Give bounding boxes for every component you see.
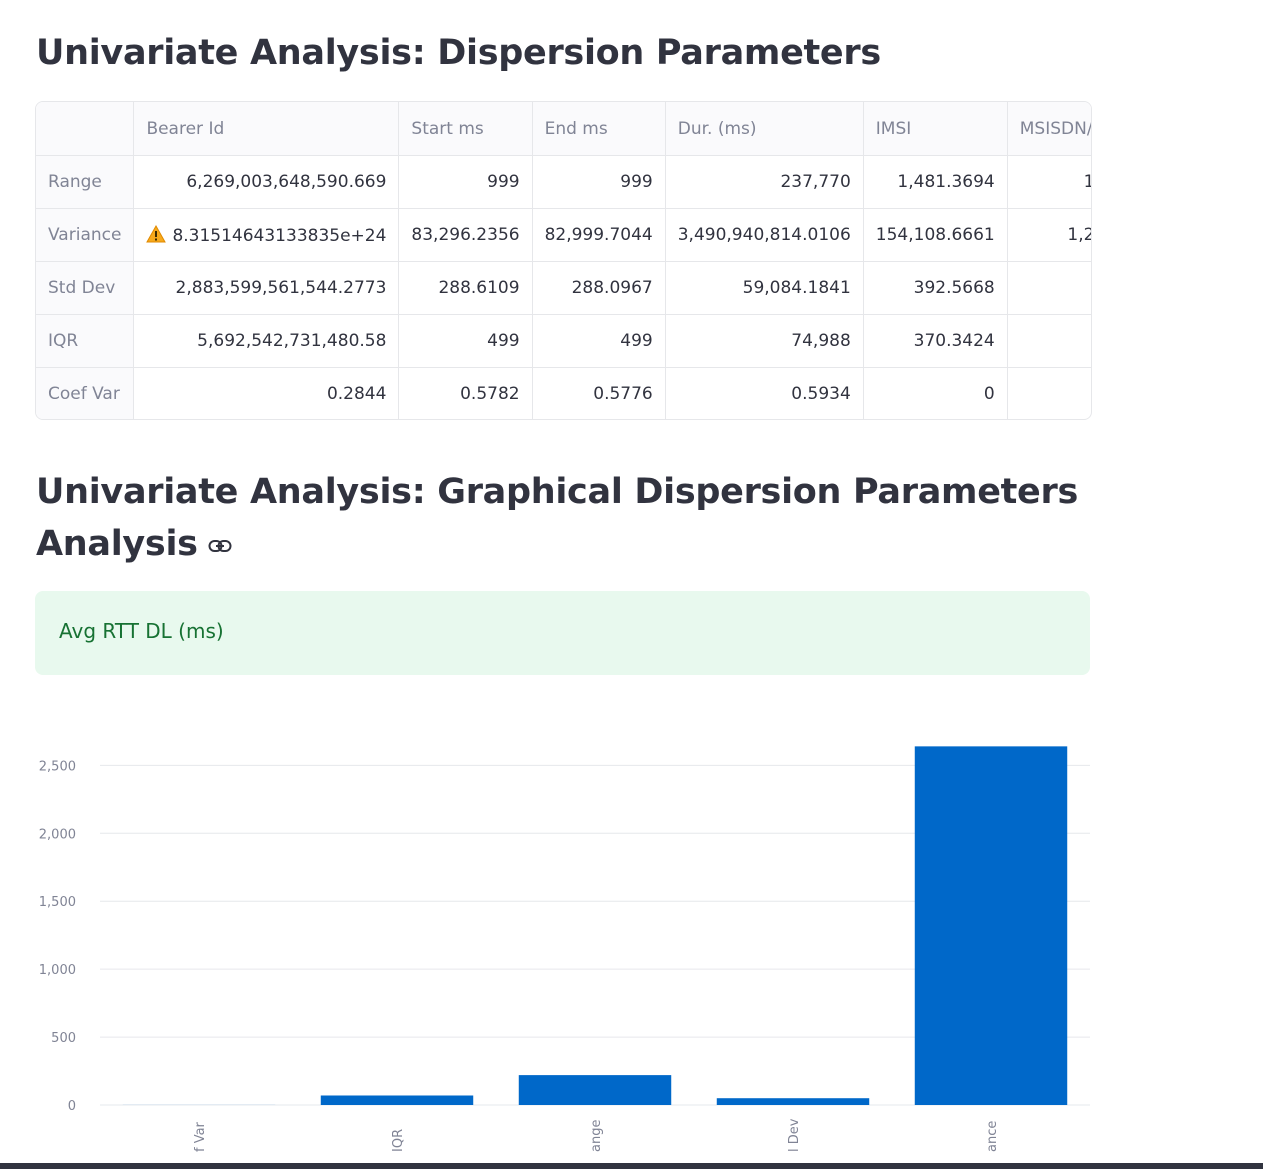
table-cell[interactable]: 288.6109	[398, 261, 533, 315]
table-cell[interactable]: 392.5668	[863, 261, 1008, 315]
dispersion-bar-chart[interactable]: 0 500 1,000 1,500 2,000 2,500 f Var IQR ange l D…	[0, 690, 1100, 1163]
table-row: Variance 8.31514643133835e+24 83,296.235…	[36, 208, 1091, 262]
column-header-bearer-id[interactable]: Bearer Id	[133, 102, 400, 156]
table-cell[interactable]: 1,481.3694	[863, 155, 1008, 209]
row-label: IQR	[36, 314, 135, 368]
bottom-scrollbar[interactable]	[0, 1163, 1263, 1169]
table-cell[interactable]: 237,770	[665, 155, 864, 209]
table-cell[interactable]: 59,084.1841	[665, 261, 864, 315]
table-cell[interactable]: 0.2844	[133, 367, 400, 419]
graphical-dispersion-title: Univariate Analysis: Graphical Dispersio…	[36, 466, 1096, 570]
table-row: Coef Var 0.2844 0.5782 0.5776 0.5934 0	[36, 367, 1091, 419]
table-row: Std Dev 2,883,599,561,544.2773 288.6109 …	[36, 261, 1091, 315]
info-alert-text: Avg RTT DL (ms)	[59, 619, 224, 643]
row-label: Std Dev	[36, 261, 135, 315]
table-cell[interactable]: 154,108.6661	[863, 208, 1008, 262]
y-tick-label: 500	[51, 1031, 76, 1046]
table-cell[interactable]: 13	[1007, 155, 1091, 209]
chart-x-labels: f Var IQR ange l Dev ance	[193, 1118, 1000, 1152]
y-tick-label: 0	[68, 1099, 76, 1114]
bar-variance[interactable]	[914, 746, 1068, 1105]
column-header-imsi[interactable]: IMSI	[863, 102, 1008, 156]
dispersion-table-grid: Bearer Id Start ms End ms Dur. (ms) IMSI…	[36, 102, 1091, 419]
table-cell[interactable]: 1,24	[1007, 208, 1091, 262]
x-tick-label: f Var	[193, 1121, 208, 1152]
bar-range[interactable]	[518, 1075, 672, 1105]
table-header-row: Bearer Id Start ms End ms Dur. (ms) IMSI…	[36, 102, 1091, 156]
y-tick-label: 2,500	[39, 759, 76, 774]
table-row: Range 6,269,003,648,590.669 999 999 237,…	[36, 155, 1091, 209]
info-alert: Avg RTT DL (ms)	[35, 591, 1090, 675]
table-cell[interactable]: 0	[863, 367, 1008, 419]
table-cell[interactable]: 3,490,940,814.0106	[665, 208, 864, 262]
table-cell[interactable]: 3	[1007, 314, 1091, 368]
table-cell[interactable]: 3	[1007, 261, 1091, 315]
graphical-dispersion-title-line2: Analysis	[36, 524, 198, 564]
warning-icon	[146, 224, 167, 242]
y-tick-label: 1,000	[39, 963, 76, 978]
y-tick-label: 1,500	[39, 895, 76, 910]
row-label: Coef Var	[36, 367, 135, 419]
x-tick-label: ange	[589, 1120, 604, 1152]
dispersion-table[interactable]: Bearer Id Start ms End ms Dur. (ms) IMSI…	[35, 101, 1092, 420]
table-row: IQR 5,692,542,731,480.58 499 499 74,988 …	[36, 314, 1091, 368]
link-icon[interactable]	[208, 517, 232, 569]
x-tick-label: l Dev	[787, 1118, 802, 1152]
column-header-end-ms[interactable]: End ms	[532, 102, 666, 156]
page: Univariate Analysis: Dispersion Paramete…	[0, 0, 1263, 1169]
table-cell[interactable]: 6,269,003,648,590.669	[133, 155, 400, 209]
row-label: Variance	[36, 208, 135, 262]
chart-bars	[122, 746, 1068, 1105]
table-cell[interactable]: 999	[398, 155, 533, 209]
table-cell[interactable]: 82,999.7044	[532, 208, 666, 262]
bar-std-dev[interactable]	[716, 1098, 870, 1105]
table-cell[interactable]: 0.5776	[532, 367, 666, 419]
table-cell[interactable]: 288.0967	[532, 261, 666, 315]
table-cell[interactable]	[1007, 367, 1091, 419]
column-header-msisdn[interactable]: MSISDN/N	[1007, 102, 1091, 156]
table-cell[interactable]: 0.5934	[665, 367, 864, 419]
row-label: Range	[36, 155, 135, 209]
table-cell[interactable]: 5,692,542,731,480.58	[133, 314, 400, 368]
column-header-dur-ms[interactable]: Dur. (ms)	[665, 102, 864, 156]
table-cell[interactable]: 74,988	[665, 314, 864, 368]
variance-bearer-value: 8.31514643133835e+24	[172, 225, 387, 246]
table-cell-with-warning[interactable]: 8.31514643133835e+24	[133, 208, 400, 262]
table-cell[interactable]: 370.3424	[863, 314, 1008, 368]
x-tick-label: IQR	[391, 1129, 406, 1152]
y-tick-label: 2,000	[39, 827, 76, 842]
graphical-dispersion-title-line1: Univariate Analysis: Graphical Dispersio…	[36, 472, 1078, 512]
table-cell[interactable]: 499	[398, 314, 533, 368]
column-header-index	[36, 102, 135, 156]
table-cell[interactable]: 0.5782	[398, 367, 533, 419]
table-cell[interactable]: 499	[532, 314, 666, 368]
column-header-start-ms[interactable]: Start ms	[398, 102, 533, 156]
dispersion-parameters-title: Univariate Analysis: Dispersion Paramete…	[36, 33, 881, 73]
table-cell[interactable]: 83,296.2356	[398, 208, 533, 262]
x-tick-label: ance	[985, 1121, 1000, 1152]
chart-y-ticks: 0 500 1,000 1,500 2,000 2,500	[39, 759, 76, 1114]
table-cell[interactable]: 2,883,599,561,544.2773	[133, 261, 400, 315]
bar-iqr[interactable]	[320, 1095, 474, 1105]
table-cell[interactable]: 999	[532, 155, 666, 209]
